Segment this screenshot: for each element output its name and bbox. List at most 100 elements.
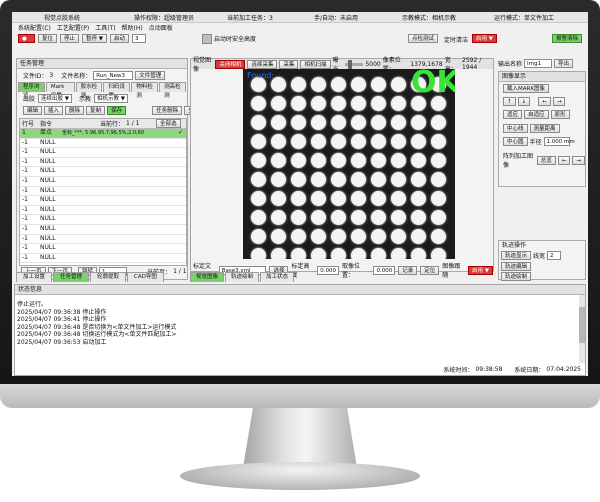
dispense-select[interactable]: 连续出胶 ▼ (38, 94, 73, 103)
file-manage-button[interactable]: 文件管理 (135, 71, 166, 80)
menu-system[interactable]: 系统配置(C) (18, 23, 51, 32)
emergency-button[interactable]: ● (18, 34, 35, 43)
locate-button[interactable]: 定位 (420, 265, 440, 275)
tab-track-draw[interactable]: 轨迹绘制 (225, 272, 260, 282)
program-table-row[interactable]: -1 NULL (20, 177, 186, 187)
insert-button[interactable]: 插入 (44, 106, 64, 115)
program-table-header: 行号 指令 当前行： 1 / 1 全部选 (20, 119, 186, 129)
follow-select[interactable]: 启用 ▼ (468, 265, 493, 275)
measure-distance-button[interactable]: 测量距离 (529, 124, 560, 133)
menu-help[interactable]: 帮助(H) (122, 23, 143, 32)
program-table-row[interactable]: -1 NULL (20, 148, 186, 158)
tab-scan-settings[interactable]: 扫码设置 (103, 82, 131, 99)
tab-material-detect[interactable]: 物料检测 (131, 82, 159, 99)
right-arrow-icon[interactable]: → (552, 97, 566, 106)
native-size-button[interactable]: 原形 (550, 110, 570, 119)
export-button[interactable]: 导出 (554, 59, 574, 68)
program-table-row[interactable]: -1 NULL (20, 254, 186, 264)
tab-mark-settings[interactable]: Mark设置 (45, 82, 75, 99)
left-arrow-icon[interactable]: ← (538, 97, 551, 106)
monitor-stand-neck (242, 408, 358, 468)
exposure-slider[interactable] (344, 59, 364, 69)
output-name-field[interactable]: Img1 (524, 59, 553, 68)
alarm-clear-button[interactable]: 报警清除 (552, 34, 583, 43)
program-table-row[interactable]: -1 NULL (20, 167, 186, 177)
select-all-button[interactable]: 全部选 (156, 119, 181, 128)
center-line-button[interactable]: 中心线 (503, 124, 528, 133)
up-arrow-icon[interactable]: ↑ (503, 97, 516, 106)
radius-field[interactable]: 1.000 mm (543, 137, 575, 146)
line-width-field[interactable]: 2 (547, 251, 562, 260)
pause-button[interactable]: 暂停 ▼ (82, 34, 108, 43)
camera-scan-button[interactable]: 相机扫描 (300, 59, 331, 69)
zoom-row: 适应 自适应 原形 (503, 110, 570, 119)
teach-select[interactable]: 相机示教 ▼ (94, 94, 129, 103)
tab-task-management[interactable]: 任务管理 (53, 272, 90, 282)
program-table-row[interactable]: -1 NULL (20, 187, 186, 197)
record-button[interactable]: 记录 (398, 265, 418, 275)
fit-button[interactable]: 适应 (503, 110, 523, 119)
track-draw-button[interactable]: 轨迹绘制 (501, 272, 532, 281)
tab-glue-detect[interactable]: 胶水检测 (75, 82, 103, 99)
center-circle-button[interactable]: 中心圆 (503, 137, 528, 146)
auto-fit-button[interactable]: 自适应 (524, 110, 549, 119)
glue-dot (431, 153, 446, 168)
scheduled-clean-select[interactable]: 启用 ▼ (472, 34, 497, 43)
tab-contour-extract[interactable]: 轮廓提取 (90, 272, 127, 282)
glue-dot (351, 172, 366, 187)
array-overview-button[interactable]: 总览 (536, 155, 556, 165)
array-right-icon[interactable]: → (572, 155, 585, 165)
start-count-field[interactable]: 3 (132, 34, 147, 43)
safety-height-option[interactable]: 启动时安全高度 (202, 33, 256, 44)
tab-height-detect[interactable]: 测高检测 (159, 82, 187, 99)
safety-height-checkbox[interactable] (202, 33, 212, 44)
program-table-row[interactable]: -1 NULL (20, 235, 186, 245)
load-mark-button[interactable]: 载入MARK图像 (503, 84, 549, 93)
status-scrollbar-thumb[interactable] (579, 307, 585, 343)
file-name-field[interactable]: Run_New3 (93, 71, 134, 80)
program-table-row[interactable]: 1 单点 坐标_***, 5.96,95.7,96,5%,2.0,60 ✓ (20, 129, 186, 139)
exposure-slider-handle[interactable] (347, 59, 352, 69)
close-camera-button[interactable]: 关闭相机 (215, 59, 246, 69)
status-scrollbar[interactable] (579, 295, 585, 363)
program-table-row[interactable]: -1 NULL (20, 158, 186, 168)
tab-cad-import[interactable]: CAD导图 (127, 272, 164, 282)
continuous-capture-button[interactable]: 连续采集 (247, 59, 278, 69)
tab-program-browse[interactable]: 程序浏览 (18, 82, 45, 99)
program-table-row[interactable]: -1 NULL (20, 139, 186, 149)
glue-dot (271, 191, 286, 206)
start-button[interactable]: 启动 (110, 34, 130, 43)
take-pos-field[interactable]: 0.000 (373, 265, 396, 275)
glue-dot (291, 191, 306, 206)
stop-button[interactable]: 停止 (60, 34, 80, 43)
camera-view[interactable]: Found: OK (243, 69, 455, 259)
file-name-label: 文件名称： (61, 73, 92, 80)
program-table-row[interactable]: -1 NULL (20, 206, 186, 216)
tab-process-settings[interactable]: 加工设置 (16, 272, 53, 282)
copy-button[interactable]: 复制 (86, 106, 106, 115)
tab-vision-image[interactable]: 视觉图像 (190, 272, 225, 282)
menu-jog-panel[interactable]: 点动面板 (149, 23, 173, 32)
delete-button[interactable]: 删除 (65, 106, 85, 115)
tab-process-status[interactable]: 加工状态 (260, 272, 295, 282)
menu-process[interactable]: 工艺配置(P) (57, 23, 89, 32)
row-check-icon[interactable]: ✓ (178, 129, 183, 138)
capture-button[interactable]: 采集 (279, 59, 299, 69)
task-delete-button[interactable]: 任务删除 (152, 106, 183, 115)
program-table-row[interactable]: -1 NULL (20, 196, 186, 206)
track-edit-button[interactable]: 轨迹编辑 (501, 262, 532, 271)
array-left-icon[interactable]: ← (557, 155, 571, 165)
row-command: NULL (40, 148, 56, 156)
track-show-button[interactable]: 轨迹显示 (501, 251, 532, 260)
edit-button[interactable]: 编辑 (23, 106, 43, 115)
cal-height-field[interactable]: 0.000 (317, 265, 339, 275)
reset-button[interactable]: 复位 (38, 34, 58, 43)
menu-tools[interactable]: 工具(T) (95, 23, 115, 32)
program-table-row[interactable]: -1 NULL (20, 215, 186, 225)
program-table-row[interactable]: -1 NULL (20, 244, 186, 254)
teach-label: 示教 (79, 96, 92, 103)
save-button[interactable]: 保存 (107, 106, 127, 115)
down-arrow-icon[interactable]: ↓ (517, 97, 531, 106)
check-test-button[interactable]: 点检测试 (408, 34, 439, 43)
program-table-row[interactable]: -1 NULL (20, 225, 186, 235)
